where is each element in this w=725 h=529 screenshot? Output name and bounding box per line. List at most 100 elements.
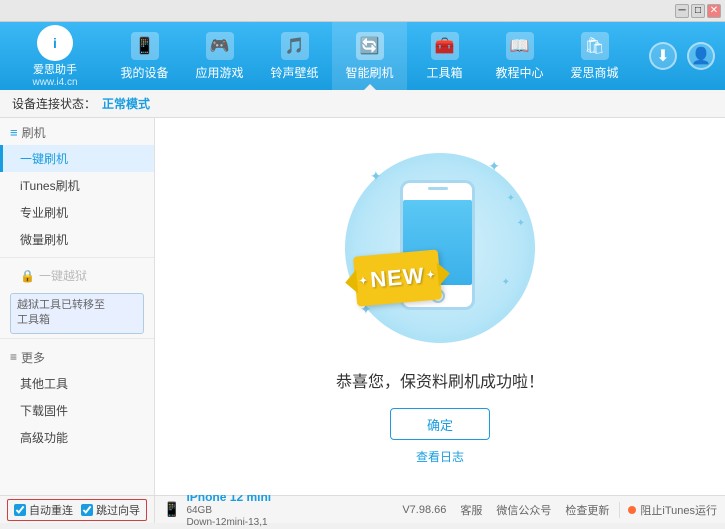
bottom-left-section: 自动重连 跳过向导	[0, 496, 155, 523]
maximize-button[interactable]: □	[691, 4, 705, 18]
phone-speaker	[428, 187, 448, 190]
check-update-link[interactable]: 检查更新	[565, 502, 609, 518]
nav-ringtones-label: 铃声壁纸	[270, 64, 318, 81]
success-message: 恭喜您，保资料刷机成功啦！	[336, 368, 544, 392]
status-label: 设备连接状态：	[12, 95, 96, 112]
star-decoration-3: ✦	[502, 277, 510, 288]
bottom-device-section: 📱 iPhone 12 mini 64GB Down-12mini-13,1	[155, 490, 392, 529]
sidebar-item-itunes-flash[interactable]: iTunes刷机	[0, 172, 154, 199]
status-value: 正常模式	[102, 95, 150, 112]
device-info: iPhone 12 mini 64GB Down-12mini-13,1	[186, 490, 271, 529]
sidebar-item-other-tools[interactable]: 其他工具	[0, 370, 154, 397]
star-decoration-1: ✦	[507, 193, 515, 204]
nav-my-device-label: 我的设备	[120, 64, 168, 81]
smart-flash-icon: 🔄	[356, 32, 384, 60]
new-text: ✦ NEW ✦	[358, 262, 437, 295]
jailbreak-label: 一键越狱	[39, 267, 87, 284]
new-label: NEW	[369, 263, 425, 294]
sidebar-divider-1	[0, 257, 154, 258]
nav-apps-games[interactable]: 🎮 应用游戏	[182, 22, 257, 90]
via-wizard-checkbox[interactable]	[81, 504, 93, 516]
new-star-left: ✦	[359, 275, 369, 287]
tutorial-icon: 📖	[506, 32, 534, 60]
advanced-label: 高级功能	[20, 431, 68, 445]
user-button[interactable]: 👤	[687, 42, 715, 70]
status-bar: 设备连接状态： 正常模式	[0, 90, 725, 118]
pro-flash-label: 专业刷机	[20, 206, 68, 220]
one-click-flash-label: 一键刷机	[20, 152, 68, 166]
ringtones-icon: 🎵	[281, 32, 309, 60]
wechat-public-link[interactable]: 微信公众号	[496, 502, 551, 518]
sidebar-section-flash: ≡ 刷机	[0, 118, 154, 145]
reflash-link[interactable]: 查看日志	[416, 448, 464, 465]
auto-restart-checkbox-label[interactable]: 自动重连	[14, 502, 73, 518]
nav-smart-flash-label: 智能刷机	[345, 64, 393, 81]
sidebar-divider-2	[0, 338, 154, 339]
nav-ringtones[interactable]: 🎵 铃声壁纸	[257, 22, 332, 90]
via-wizard-label: 跳过向导	[96, 502, 140, 518]
title-bar: ─ □ ✕	[0, 0, 725, 22]
sparkle-1: ✦	[370, 168, 382, 185]
star-decoration-2: ✦	[517, 218, 525, 229]
new-star-right: ✦	[426, 269, 436, 281]
device-capacity: 64GB	[186, 505, 271, 517]
nav-apps-games-label: 应用游戏	[195, 64, 243, 81]
apps-games-icon: 🎮	[206, 32, 234, 60]
app-name: 爱思助手	[33, 61, 77, 77]
main-layout: ≡ 刷机 一键刷机 iTunes刷机 专业刷机 微量刷机 🔒 一键越狱 越狱工具…	[0, 118, 725, 495]
flash-section-label: 刷机	[22, 124, 46, 141]
my-device-icon: 📱	[131, 32, 159, 60]
sidebar-note-text: 越狱工具已转移至工具箱	[17, 299, 105, 326]
nav-items: 📱 我的设备 🎮 应用游戏 🎵 铃声壁纸 🔄 智能刷机 🧰 工具箱 📖 教程中心…	[100, 22, 639, 90]
header: i 爱思助手 www.i4.cn 📱 我的设备 🎮 应用游戏 🎵 铃声壁纸 🔄 …	[0, 22, 725, 90]
download-firmware-label: 下载固件	[20, 404, 68, 418]
auto-restart-checkbox[interactable]	[14, 504, 26, 516]
sidebar-item-download-firmware[interactable]: 下载固件	[0, 397, 154, 424]
nav-toolbox-label: 工具箱	[426, 64, 462, 81]
nav-store[interactable]: 🛍 爱思商城	[557, 22, 632, 90]
confirm-button[interactable]: 确定	[390, 408, 490, 440]
nav-smart-flash[interactable]: 🔄 智能刷机	[332, 22, 407, 90]
itunes-flash-label: iTunes刷机	[20, 179, 80, 193]
nav-tutorial-label: 教程中心	[495, 64, 543, 81]
sidebar-item-one-click-flash[interactable]: 一键刷机	[0, 145, 154, 172]
download-button[interactable]: ⬇	[649, 42, 677, 70]
sidebar: ≡ 刷机 一键刷机 iTunes刷机 专业刷机 微量刷机 🔒 一键越狱 越狱工具…	[0, 118, 155, 495]
itunes-status-label: 阻止iTunes运行	[640, 502, 717, 518]
content-area: ✦ ✦ ✦ ✦ NEW ✦ ✦ ✦ ✦ 恭喜您，保资料刷	[155, 118, 725, 495]
version-info: V7.98.66	[402, 504, 446, 516]
nav-my-device[interactable]: 📱 我的设备	[107, 22, 182, 90]
nav-store-label: 爱思商城	[570, 64, 618, 81]
lock-icon: 🔒	[20, 269, 35, 283]
device-phone-icon: 📱	[163, 501, 180, 518]
app-url: www.i4.cn	[32, 77, 77, 88]
auto-restart-label: 自动重连	[29, 502, 73, 518]
device-model: Down-12mini-13,1	[186, 517, 271, 529]
itunes-status: 阻止iTunes运行	[619, 502, 725, 518]
more-section-label: 更多	[21, 349, 45, 366]
nav-toolbox[interactable]: 🧰 工具箱	[407, 22, 482, 90]
logo-area: i 爱思助手 www.i4.cn	[10, 25, 100, 88]
sidebar-section-more: ≡ 更多	[0, 343, 154, 370]
sidebar-item-micro-flash[interactable]: 微量刷机	[0, 226, 154, 253]
sidebar-item-advanced[interactable]: 高级功能	[0, 424, 154, 451]
bottom-bar: 自动重连 跳过向导 📱 iPhone 12 mini 64GB Down-12m…	[0, 495, 725, 523]
more-section-icon: ≡	[10, 350, 17, 364]
toolbox-icon: 🧰	[431, 32, 459, 60]
nav-tutorial[interactable]: 📖 教程中心	[482, 22, 557, 90]
via-wizard-checkbox-label[interactable]: 跳过向导	[81, 502, 140, 518]
minimize-button[interactable]: ─	[675, 4, 689, 18]
logo-icon: i	[37, 25, 73, 61]
phone-illustration: ✦ ✦ ✦ ✦ NEW ✦ ✦ ✦ ✦	[340, 148, 540, 348]
customer-service-link[interactable]: 客服	[460, 502, 482, 518]
new-ribbon: ✦ NEW ✦	[353, 249, 442, 306]
store-icon: 🛍	[581, 32, 609, 60]
close-button[interactable]: ✕	[707, 4, 721, 18]
sidebar-item-jailbreak: 🔒 一键越狱	[0, 262, 154, 289]
other-tools-label: 其他工具	[20, 377, 68, 391]
checkbox-group: 自动重连 跳过向导	[7, 499, 147, 521]
bottom-right-section: V7.98.66 客服 微信公众号 检查更新	[392, 502, 619, 518]
sidebar-note: 越狱工具已转移至工具箱	[10, 293, 144, 334]
flash-section-icon: ≡	[10, 125, 18, 140]
sidebar-item-pro-flash[interactable]: 专业刷机	[0, 199, 154, 226]
